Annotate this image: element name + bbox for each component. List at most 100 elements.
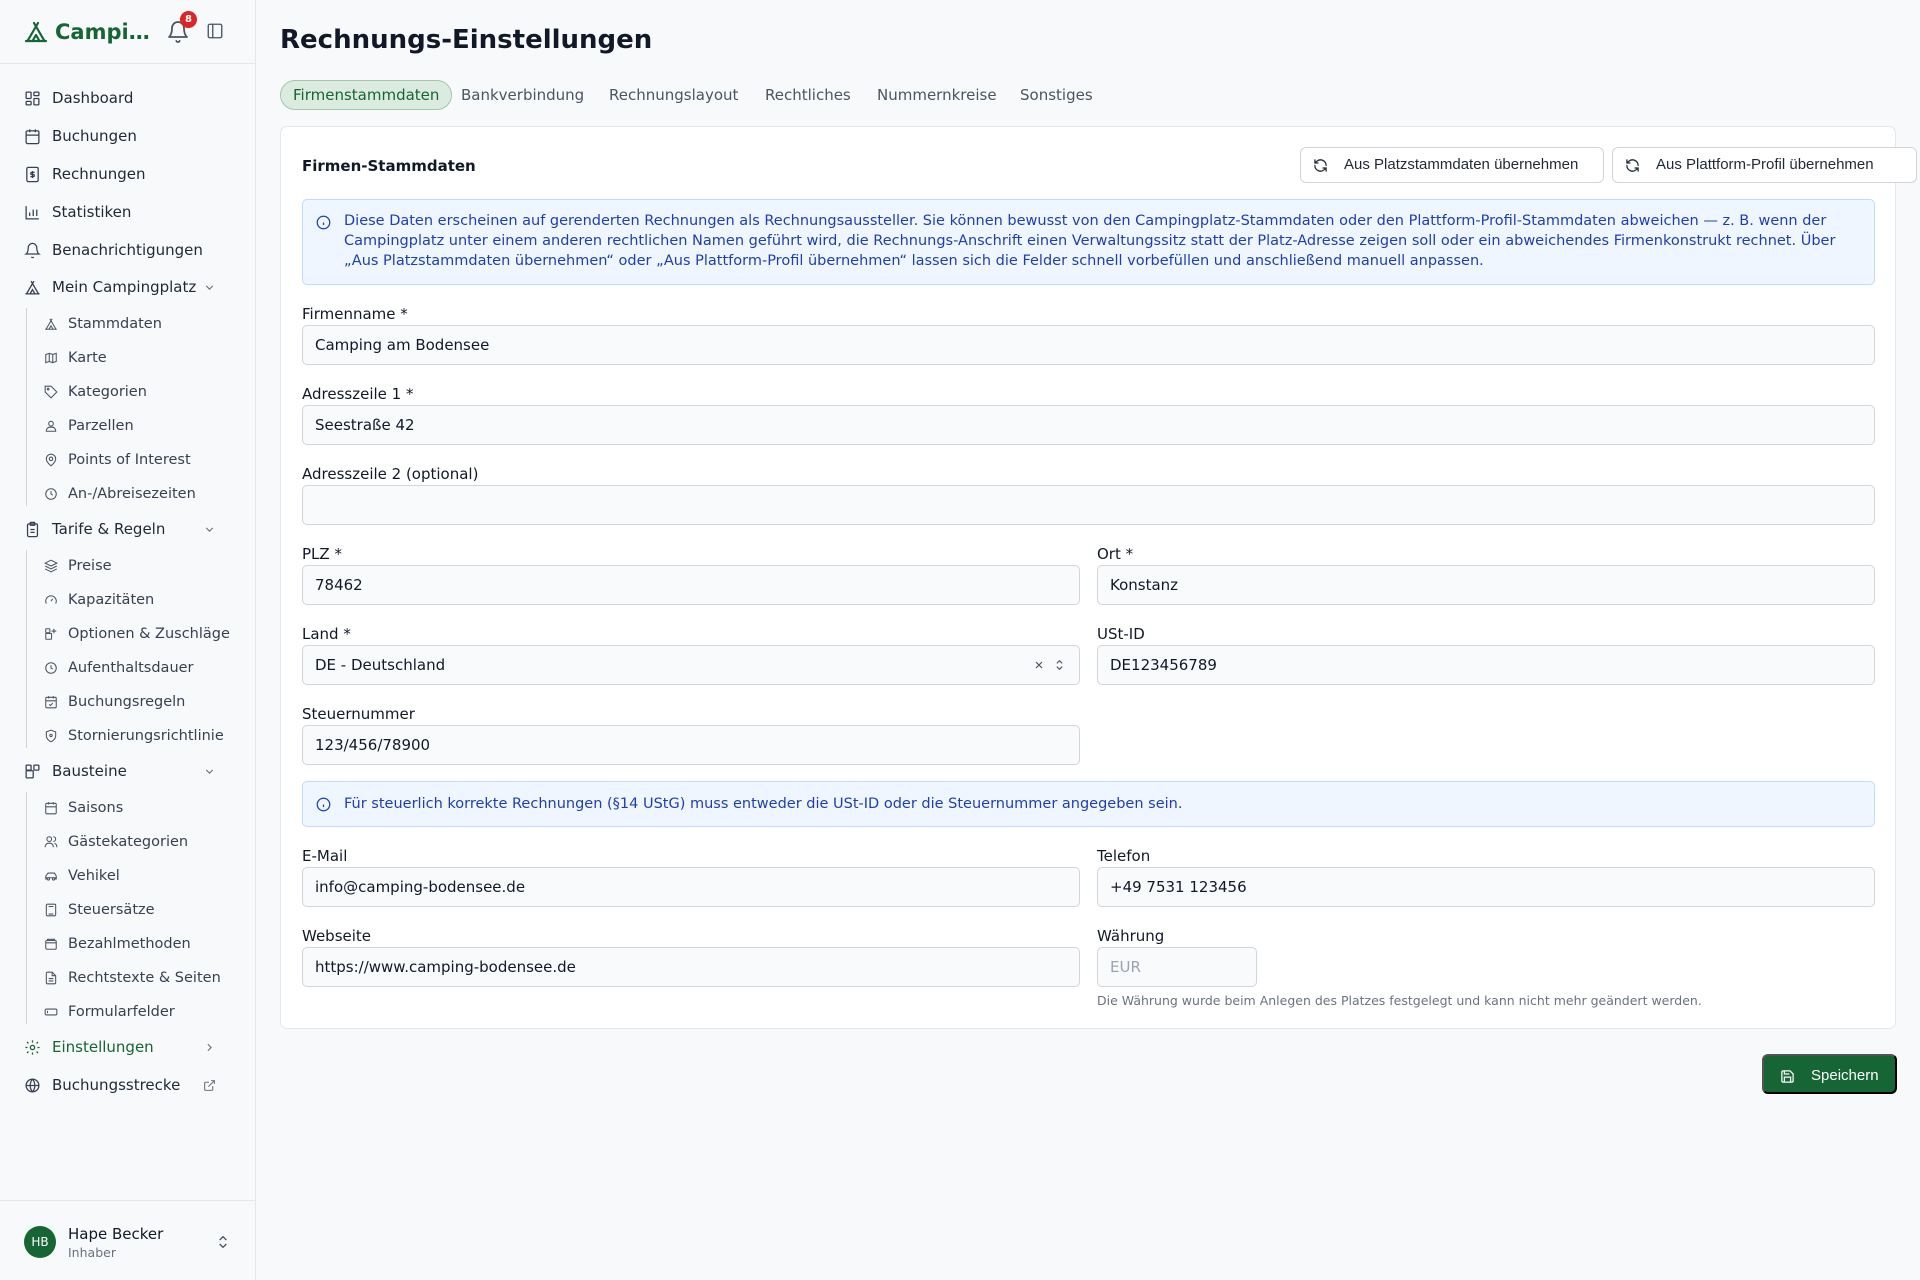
sub-optionen-zuschlaege[interactable]: Optionen & Zuschläge xyxy=(34,620,234,648)
sub-an-abreisezeiten-label: An-/Abreisezeiten xyxy=(68,486,196,502)
calendar-icon xyxy=(45,802,57,815)
nav-bausteine[interactable]: Bausteine xyxy=(16,756,240,786)
steuernummer-label: Steuernummer xyxy=(302,705,415,723)
sub-saisons[interactable]: Saisons xyxy=(34,794,234,822)
user-role: Inhaber xyxy=(68,1245,116,1260)
tab-sonstiges[interactable]: Sonstiges xyxy=(1020,80,1093,110)
nav-mein-campingplatz[interactable]: Mein Campingplatz xyxy=(16,272,240,302)
land-select-value: DE - Deutschland xyxy=(315,656,446,674)
users-icon xyxy=(44,836,58,848)
dashboard-icon xyxy=(25,91,40,106)
copy-from-plattform-button[interactable]: Aus Plattform-Profil übernehmen xyxy=(1612,147,1917,183)
wallet-icon xyxy=(45,938,57,950)
chevrons-up-down-icon xyxy=(1056,659,1063,671)
sub-formularfelder[interactable]: Formularfelder xyxy=(34,998,234,1026)
ust-id-input[interactable]: DE123456789 xyxy=(1097,645,1875,685)
tag-icon xyxy=(44,385,58,399)
sub-vehikel[interactable]: Vehikel xyxy=(34,862,234,890)
sub-gaestekategorien[interactable]: Gästekategorien xyxy=(34,828,234,856)
sub-rechtstexte-seiten[interactable]: Rechtstexte & Seiten xyxy=(34,964,234,992)
notification-badge: 8 xyxy=(180,11,197,28)
sub-an-abreisezeiten[interactable]: An-/Abreisezeiten xyxy=(34,480,234,508)
waehrung-label: Währung xyxy=(1097,927,1165,945)
tent-icon xyxy=(25,280,40,295)
brand-name[interactable]: Campingplatz xyxy=(55,18,155,46)
user-menu[interactable]: HB Hape Becker Inhaber xyxy=(0,1200,255,1280)
bar-chart-icon xyxy=(25,206,39,220)
sub-preise[interactable]: Preise xyxy=(34,552,234,580)
sub-kategorien[interactable]: Kategorien xyxy=(34,378,234,406)
nav-tarife-regeln[interactable]: Tarife & Regeln xyxy=(16,514,240,544)
tab-bankverbindung[interactable]: Bankverbindung xyxy=(461,80,584,110)
nav-rechnungen-label: Rechnungen xyxy=(52,165,146,183)
sidebar: Campingplatz 8 Dashboard Buchungen Rechn… xyxy=(0,0,256,1280)
steuernummer-input[interactable]: 123/456/78900 xyxy=(302,725,1080,765)
user-pin-icon xyxy=(45,420,57,432)
tab-rechtliches[interactable]: Rechtliches xyxy=(765,80,851,110)
sub-bezahlmethoden[interactable]: Bezahlmethoden xyxy=(34,930,234,958)
gauge-icon xyxy=(45,595,57,604)
sub-aufenthaltsdauer[interactable]: Aufenthaltsdauer xyxy=(34,654,234,682)
refresh-icon xyxy=(1626,159,1639,172)
sub-karte-label: Karte xyxy=(68,350,107,366)
adresse1-label: Adresszeile 1 * xyxy=(302,385,414,403)
sub-points-of-interest[interactable]: Points of Interest xyxy=(34,446,234,474)
copy-from-platz-label: Aus Platzstammdaten übernehmen xyxy=(1344,156,1579,173)
save-button-label: Speichern xyxy=(1811,1067,1879,1084)
adresse2-input[interactable] xyxy=(302,485,1875,525)
calendar-check-icon xyxy=(45,696,57,709)
sub-buchungsregeln[interactable]: Buchungsregeln xyxy=(34,688,234,716)
layers-icon xyxy=(44,559,58,573)
clipboard-icon xyxy=(26,521,39,538)
sub-kapazitaeten[interactable]: Kapazitäten xyxy=(34,586,234,614)
nav-dashboard[interactable]: Dashboard xyxy=(16,83,240,113)
avatar: HB xyxy=(24,1226,56,1258)
sub-parzellen[interactable]: Parzellen xyxy=(34,412,234,440)
nav-benachrichtigungen-label: Benachrichtigungen xyxy=(52,241,203,259)
webseite-input[interactable]: https://www.camping-bodensee.de xyxy=(302,947,1080,987)
main-content: Rechnungs-Einstellungen Firmenstammdaten… xyxy=(257,0,1920,1280)
submenu-line xyxy=(26,308,27,506)
save-button[interactable]: Speichern xyxy=(1762,1054,1897,1094)
telefon-input[interactable]: +49 7531 123456 xyxy=(1097,867,1875,907)
email-input[interactable]: info@camping-bodensee.de xyxy=(302,867,1080,907)
calendar-icon xyxy=(25,129,40,145)
sub-stammdaten[interactable]: Stammdaten xyxy=(34,310,234,338)
tab-rechnungslayout[interactable]: Rechnungslayout xyxy=(609,80,738,110)
land-label: Land * xyxy=(302,625,351,643)
tent-icon xyxy=(45,318,57,330)
card-title: Firmen-Stammdaten xyxy=(302,157,476,175)
tab-nummernkreise[interactable]: Nummernkreise xyxy=(877,80,997,110)
chevron-down-icon xyxy=(205,285,214,290)
land-select[interactable]: DE - Deutschland xyxy=(302,645,1080,685)
sub-buchungsregeln-label: Buchungsregeln xyxy=(68,694,186,710)
nav-einstellungen[interactable]: Einstellungen xyxy=(16,1032,240,1062)
sub-karte[interactable]: Karte xyxy=(34,344,234,372)
form-input-icon xyxy=(44,1008,58,1016)
submenu-line xyxy=(26,792,27,1024)
tab-firmenstammdaten[interactable]: Firmenstammdaten xyxy=(280,80,453,110)
sub-stornierungsrichtlinie[interactable]: Stornierungsrichtlinie xyxy=(34,722,234,750)
nav-buchungen-label: Buchungen xyxy=(52,127,137,145)
nav-statistiken[interactable]: Statistiken xyxy=(16,197,240,227)
sidebar-toggle-icon[interactable] xyxy=(206,22,224,40)
copy-from-plattform-label: Aus Plattform-Profil übernehmen xyxy=(1656,156,1874,173)
copy-from-platz-button[interactable]: Aus Platzstammdaten übernehmen xyxy=(1300,147,1604,183)
user-name: Hape Becker xyxy=(68,1225,164,1243)
blocks-plus-icon xyxy=(45,628,57,640)
sub-steuersaetze[interactable]: Steuersätze xyxy=(34,896,234,924)
nav-rechnungen[interactable]: Rechnungen xyxy=(16,159,240,189)
nav-buchungsstrecke[interactable]: Buchungsstrecke xyxy=(16,1070,240,1100)
nav-buchungen[interactable]: Buchungen xyxy=(16,121,240,151)
firmenname-input[interactable]: Camping am Bodensee xyxy=(302,325,1875,365)
waehrung-input: EUR xyxy=(1097,947,1257,987)
ort-input[interactable]: Konstanz xyxy=(1097,565,1875,605)
adresse1-input[interactable]: Seestraße 42 xyxy=(302,405,1875,445)
clear-icon[interactable] xyxy=(1033,659,1045,671)
plz-input[interactable]: 78462 xyxy=(302,565,1080,605)
nav-benachrichtigungen[interactable]: Benachrichtigungen xyxy=(16,235,240,265)
blocks-icon xyxy=(25,764,40,779)
chevron-right-icon xyxy=(207,1043,212,1052)
gear-icon xyxy=(25,1040,40,1055)
nav-buchungsstrecke-label: Buchungsstrecke xyxy=(52,1076,181,1094)
